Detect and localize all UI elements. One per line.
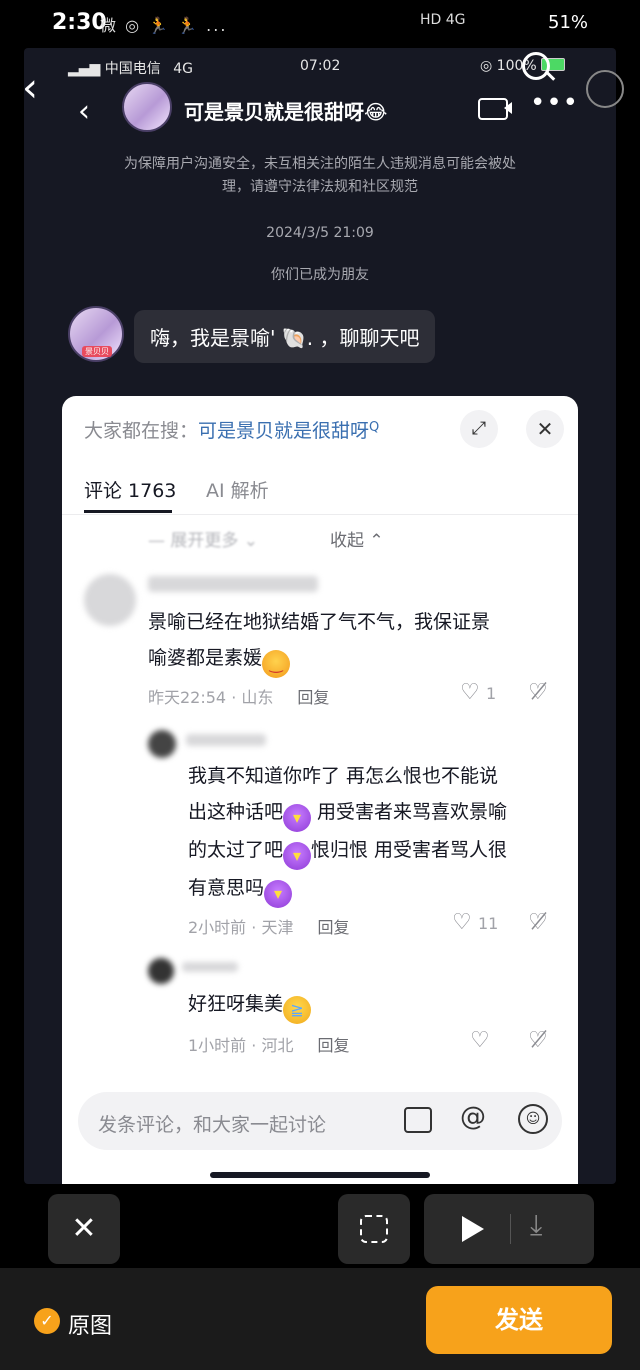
outer-status-bar: 2:30 微 ◎ 🏃 🏃 ... HD 4G 51% (0, 0, 640, 48)
dislike-icon[interactable]: ♡̸ (528, 680, 548, 705)
devil-emoji-icon: ▾ (283, 842, 312, 870)
scan-icon (360, 1215, 388, 1243)
image-icon[interactable] (404, 1107, 432, 1133)
chat-date: 2024/3/5 21:09 (266, 225, 374, 241)
friends-notice: 你们已成为朋友 (271, 267, 369, 283)
close-icon: ✕ (71, 1211, 97, 1246)
like-icon[interactable]: ♡ (452, 910, 472, 935)
reply-link[interactable]: 回复 (297, 688, 329, 707)
reply-name[interactable] (182, 962, 238, 972)
like-count: 1 (486, 684, 497, 703)
devil-emoji-icon: ▾ (283, 804, 312, 832)
original-image-label[interactable]: 原图 (68, 1308, 112, 1340)
back-arrow-icon[interactable]: ‹ (22, 68, 38, 108)
reply-avatar[interactable] (148, 730, 176, 758)
dislike-icon[interactable]: ♡̸ (528, 910, 548, 935)
reply-text: 我真不知道你咋了 再怎么恨也不能说 出这种话吧 ▾ 用受害者来骂喜欢景喻 的太过了… (188, 758, 568, 908)
commenter-avatar[interactable] (84, 574, 136, 626)
collapse-link[interactable]: 收起 ⌃ (330, 526, 384, 551)
circle-toggle-icon[interactable] (586, 70, 624, 108)
like-count: 11 (478, 914, 499, 933)
tab-divider (62, 514, 578, 515)
active-tab-indicator (84, 510, 172, 513)
controls-divider (510, 1214, 511, 1244)
outer-battery: 51% (548, 12, 589, 33)
trending-search[interactable]: 大家都在搜：可是景贝就是很甜呀Q (84, 416, 379, 443)
chat-back-icon[interactable]: ‹ (78, 94, 90, 129)
signal-indicator: HD 4G (420, 12, 466, 28)
expand-icon[interactable]: ⤢ (460, 410, 498, 448)
search-icon[interactable] (522, 52, 550, 80)
yum-emoji-icon: ‿ (262, 650, 291, 678)
more-options-icon[interactable]: ••• (530, 88, 579, 118)
play-icon[interactable] (462, 1216, 484, 1242)
comment-text: 景喻已经在地狱结婚了气不气，我保证景 喻婆都是素媛 ‿ (148, 604, 558, 678)
tab-ai-analysis[interactable]: AI 解析 (206, 476, 269, 503)
rotation-lock-icon: ◎ (480, 58, 493, 74)
message-bubble[interactable]: 嗨，我是景喻' 🐚. ，聊聊天吧 (134, 310, 436, 363)
close-icon[interactable]: ✕ (526, 410, 564, 448)
inner-carrier: ▂▄▆ 中国电信 4G (68, 61, 193, 77)
laughing-emoji-icon: ≧ (283, 996, 312, 1024)
close-button[interactable]: ✕ (48, 1194, 120, 1264)
chat-title: 可是景贝就是很甜呀😂 (184, 100, 388, 124)
chat-avatar[interactable] (122, 82, 172, 132)
reply-meta: 1小时前 · 河北 回复 (188, 1036, 350, 1055)
media-controls: ⤓ (424, 1194, 594, 1264)
reply-link[interactable]: 回复 (317, 918, 349, 937)
like-icon[interactable]: ♡ (460, 680, 480, 705)
comment-meta: 昨天22:54 · 山东 回复 (148, 688, 330, 707)
home-indicator (210, 1172, 430, 1178)
avatar-tag: 景贝贝 (82, 346, 112, 357)
outer-clock: 2:30 (52, 10, 107, 35)
send-button[interactable]: 发送 (426, 1286, 612, 1354)
reply-link[interactable]: 回复 (317, 1036, 349, 1055)
checkbox-checked-icon[interactable]: ✓ (34, 1308, 60, 1334)
footer-bar: ✓ 原图 发送 (0, 1268, 640, 1370)
search-small-icon: Q (369, 420, 380, 435)
reply-meta: 2小时前 · 天津 回复 (188, 918, 350, 937)
reply-name[interactable] (186, 734, 266, 746)
devil-emoji-icon: ▾ (264, 880, 293, 908)
tab-comments[interactable]: 评论 1763 (84, 476, 176, 503)
safety-notice: 为保障用户沟通安全，未互相关注的陌生人违规消息可能会被处理，请遵守法律法规和社区… (124, 156, 516, 195)
commenter-name[interactable] (148, 576, 318, 592)
notification-icons: 微 ◎ 🏃 🏃 ... (100, 16, 228, 35)
expand-more-link[interactable]: — 展开更多 ⌄ (148, 526, 258, 551)
inner-clock: 07:02 (300, 58, 341, 74)
video-call-icon-lens (504, 102, 512, 114)
scan-button[interactable] (338, 1194, 410, 1264)
signal-bars-icon: ▂▄▆ (68, 61, 101, 77)
dislike-icon[interactable]: ♡̸ (528, 1028, 548, 1053)
comment-input-placeholder: 发条评论，和大家一起讨论 (98, 1114, 327, 1136)
download-icon[interactable]: ⤓ (530, 1208, 542, 1242)
reply-avatar[interactable] (148, 958, 174, 984)
comments-sheet: 大家都在搜：可是景贝就是很甜呀Q ⤢ ✕ 评论 1763 AI 解析 — 展开更… (62, 396, 578, 1184)
emoji-picker-icon[interactable]: ☺ (518, 1104, 548, 1134)
reply-text: 好狂呀集美 ≧ (188, 986, 312, 1024)
mention-icon[interactable]: @ (460, 1102, 486, 1132)
like-icon[interactable]: ♡ (470, 1028, 490, 1053)
